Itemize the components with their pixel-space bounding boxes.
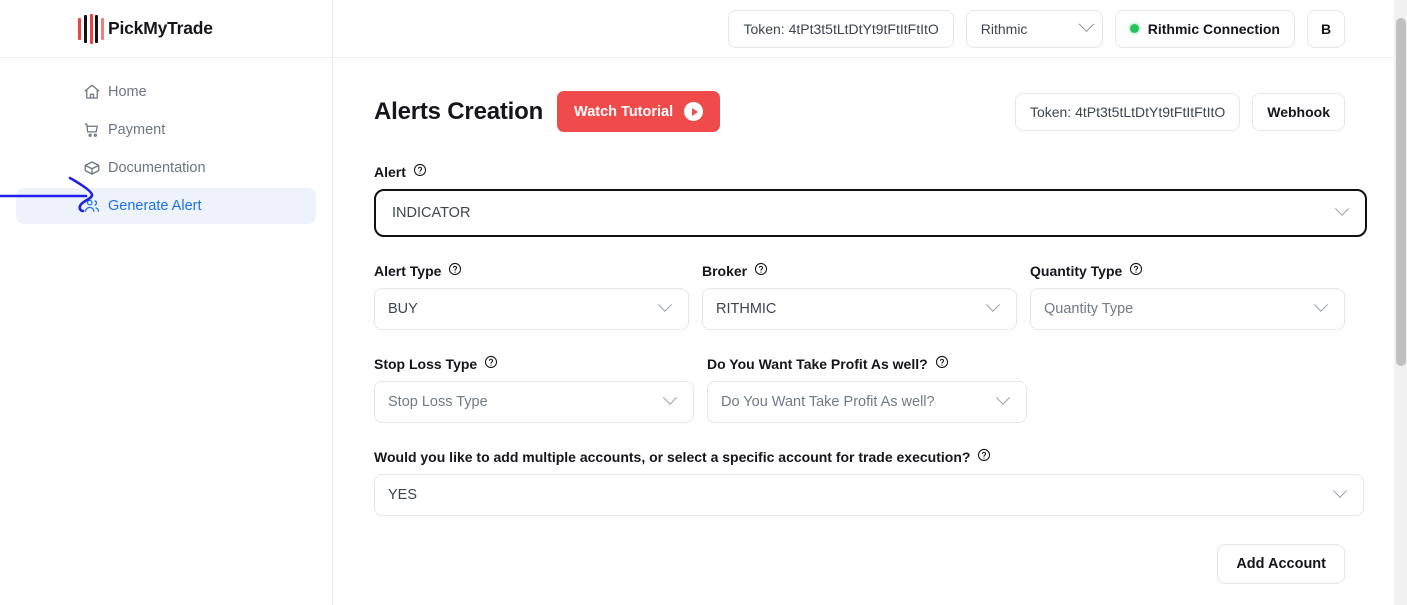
- pickmytrade-bars-logo: [78, 13, 104, 44]
- form-actions: Add Account: [374, 544, 1345, 584]
- sidebar: PickMyTrade Home Payment Documentation G…: [0, 0, 333, 605]
- connection-status-label: Rithmic Connection: [1147, 20, 1280, 37]
- field-multiple-accounts-label-row: Would you like to add multiple accounts,…: [374, 448, 1364, 465]
- field-multiple-accounts-label: Would you like to add multiple accounts,…: [374, 448, 971, 465]
- field-alert-type: Alert Type BUY: [374, 262, 689, 330]
- question-circle-icon[interactable]: [977, 448, 991, 465]
- field-quantity-type-label-row: Quantity Type: [1030, 262, 1345, 279]
- chevron-down-icon: [995, 390, 1011, 405]
- quantity-type-select-value: Quantity Type: [1044, 301, 1134, 317]
- field-alert-type-label-row: Alert Type: [374, 262, 689, 279]
- watch-tutorial-label: Watch Tutorial: [574, 103, 674, 120]
- user-avatar-button[interactable]: B: [1307, 9, 1345, 48]
- question-circle-icon[interactable]: [448, 262, 462, 279]
- page-scrollbar-thumb[interactable]: [1396, 18, 1406, 366]
- quantity-type-select[interactable]: Quantity Type: [1030, 288, 1345, 330]
- alert-type-select[interactable]: BUY: [374, 288, 689, 330]
- home-icon: [83, 83, 101, 101]
- field-stop-loss-type: Stop Loss Type Stop Loss Type: [374, 355, 694, 423]
- user-initial: B: [1320, 20, 1332, 37]
- annotation-arrow-icon: [0, 176, 94, 213]
- chevron-down-icon: [657, 297, 673, 312]
- field-alert-label-row: Alert: [374, 163, 1367, 180]
- sidebar-item-payment[interactable]: Payment: [16, 112, 316, 148]
- field-alert-type-label: Alert Type: [374, 262, 442, 279]
- chevron-down-icon: [662, 390, 678, 405]
- webhook-label: Webhook: [1267, 103, 1330, 120]
- broker-field-select-value: RITHMIC: [716, 301, 777, 317]
- chevron-down-icon: [1313, 297, 1329, 312]
- sidebar-item-label: Home: [108, 84, 147, 100]
- topbar: Token: 4tPt3t5tLtDtYt9tFtItFtItO Rithmic…: [333, 0, 1407, 58]
- cart-icon: [83, 121, 101, 139]
- app-root: PickMyTrade Home Payment Documentation G…: [0, 0, 1407, 605]
- connection-status-badge[interactable]: Rithmic Connection: [1114, 9, 1295, 48]
- watch-tutorial-button[interactable]: Watch Tutorial: [557, 91, 721, 132]
- webhook-button[interactable]: Webhook: [1252, 92, 1345, 131]
- add-account-button[interactable]: Add Account: [1217, 544, 1345, 584]
- chevron-down-icon: [1332, 483, 1348, 498]
- alert-type-select-value: BUY: [388, 301, 418, 317]
- page-scrollbar[interactable]: [1394, 0, 1407, 605]
- brand-logo[interactable]: PickMyTrade: [0, 0, 332, 58]
- field-quantity-type: Quantity Type Quantity Type: [1030, 262, 1345, 330]
- field-stop-loss-type-label-row: Stop Loss Type: [374, 355, 694, 372]
- sidebar-item-label: Documentation: [108, 160, 206, 176]
- field-multiple-accounts: Would you like to add multiple accounts,…: [374, 448, 1364, 516]
- brand-name: PickMyTrade: [108, 18, 213, 38]
- broker-field-select[interactable]: RITHMIC: [702, 288, 1017, 330]
- field-take-profit: Do You Want Take Profit As well? Do You …: [707, 355, 1027, 423]
- chevron-down-icon: [1078, 16, 1095, 33]
- sidebar-item-home[interactable]: Home: [16, 74, 316, 110]
- question-circle-icon[interactable]: [935, 355, 949, 372]
- multiple-accounts-select-value: YES: [388, 487, 418, 503]
- field-broker: Broker RITHMIC: [702, 262, 1017, 330]
- chevron-down-icon: [1334, 201, 1350, 216]
- field-broker-label: Broker: [702, 262, 748, 279]
- page-header-actions: Token: 4tPt3t5tLtDtYt9tFtItFtItO Webhook: [1003, 92, 1345, 131]
- page-token-text: Token: 4tPt3t5tLtDtYt9tFtItFtItO: [1029, 103, 1226, 120]
- stop-loss-type-select[interactable]: Stop Loss Type: [374, 381, 694, 423]
- form-row-primary: Alert Type BUY Broker RITHMIC Quantity T…: [374, 262, 1345, 330]
- multiple-accounts-select[interactable]: YES: [374, 474, 1364, 516]
- take-profit-select[interactable]: Do You Want Take Profit As well?: [707, 381, 1027, 423]
- broker-select-value: Rithmic: [980, 20, 1028, 37]
- sidebar-item-label: Generate Alert: [108, 198, 202, 214]
- field-quantity-type-label: Quantity Type: [1030, 262, 1123, 279]
- sidebar-item-label: Payment: [108, 122, 166, 138]
- page-header: Alerts Creation Watch Tutorial Token: 4t…: [374, 91, 1345, 132]
- field-broker-label-row: Broker: [702, 262, 1017, 279]
- question-circle-icon[interactable]: [754, 262, 768, 279]
- main-content: Alerts Creation Watch Tutorial Token: 4t…: [333, 58, 1407, 605]
- chevron-down-icon: [985, 297, 1001, 312]
- topbar-token-pill[interactable]: Token: 4tPt3t5tLtDtYt9tFtItFtItO: [728, 9, 954, 48]
- page-token-pill[interactable]: Token: 4tPt3t5tLtDtYt9tFtItFtItO: [1014, 92, 1241, 131]
- question-circle-icon[interactable]: [413, 163, 427, 180]
- field-take-profit-label: Do You Want Take Profit As well?: [707, 355, 928, 372]
- page-title: Alerts Creation: [374, 97, 544, 125]
- broker-select[interactable]: Rithmic: [965, 9, 1103, 48]
- alert-select[interactable]: INDICATOR: [374, 189, 1367, 237]
- topbar-token-text: Token: 4tPt3t5tLtDtYt9tFtItFtItO: [743, 20, 939, 37]
- play-circle-icon: [684, 102, 704, 121]
- stop-loss-type-select-value: Stop Loss Type: [388, 394, 488, 410]
- field-alert: Alert INDICATOR: [374, 163, 1367, 237]
- field-alert-label: Alert: [374, 163, 406, 180]
- form-row-secondary: Stop Loss Type Stop Loss Type Do You Wan…: [374, 355, 1345, 423]
- status-dot-icon: [1129, 24, 1139, 33]
- question-circle-icon[interactable]: [1129, 262, 1143, 279]
- field-stop-loss-type-label: Stop Loss Type: [374, 355, 478, 372]
- take-profit-select-value: Do You Want Take Profit As well?: [721, 394, 935, 410]
- question-circle-icon[interactable]: [484, 355, 498, 372]
- field-take-profit-label-row: Do You Want Take Profit As well?: [707, 355, 1027, 372]
- alert-select-value: INDICATOR: [392, 205, 471, 221]
